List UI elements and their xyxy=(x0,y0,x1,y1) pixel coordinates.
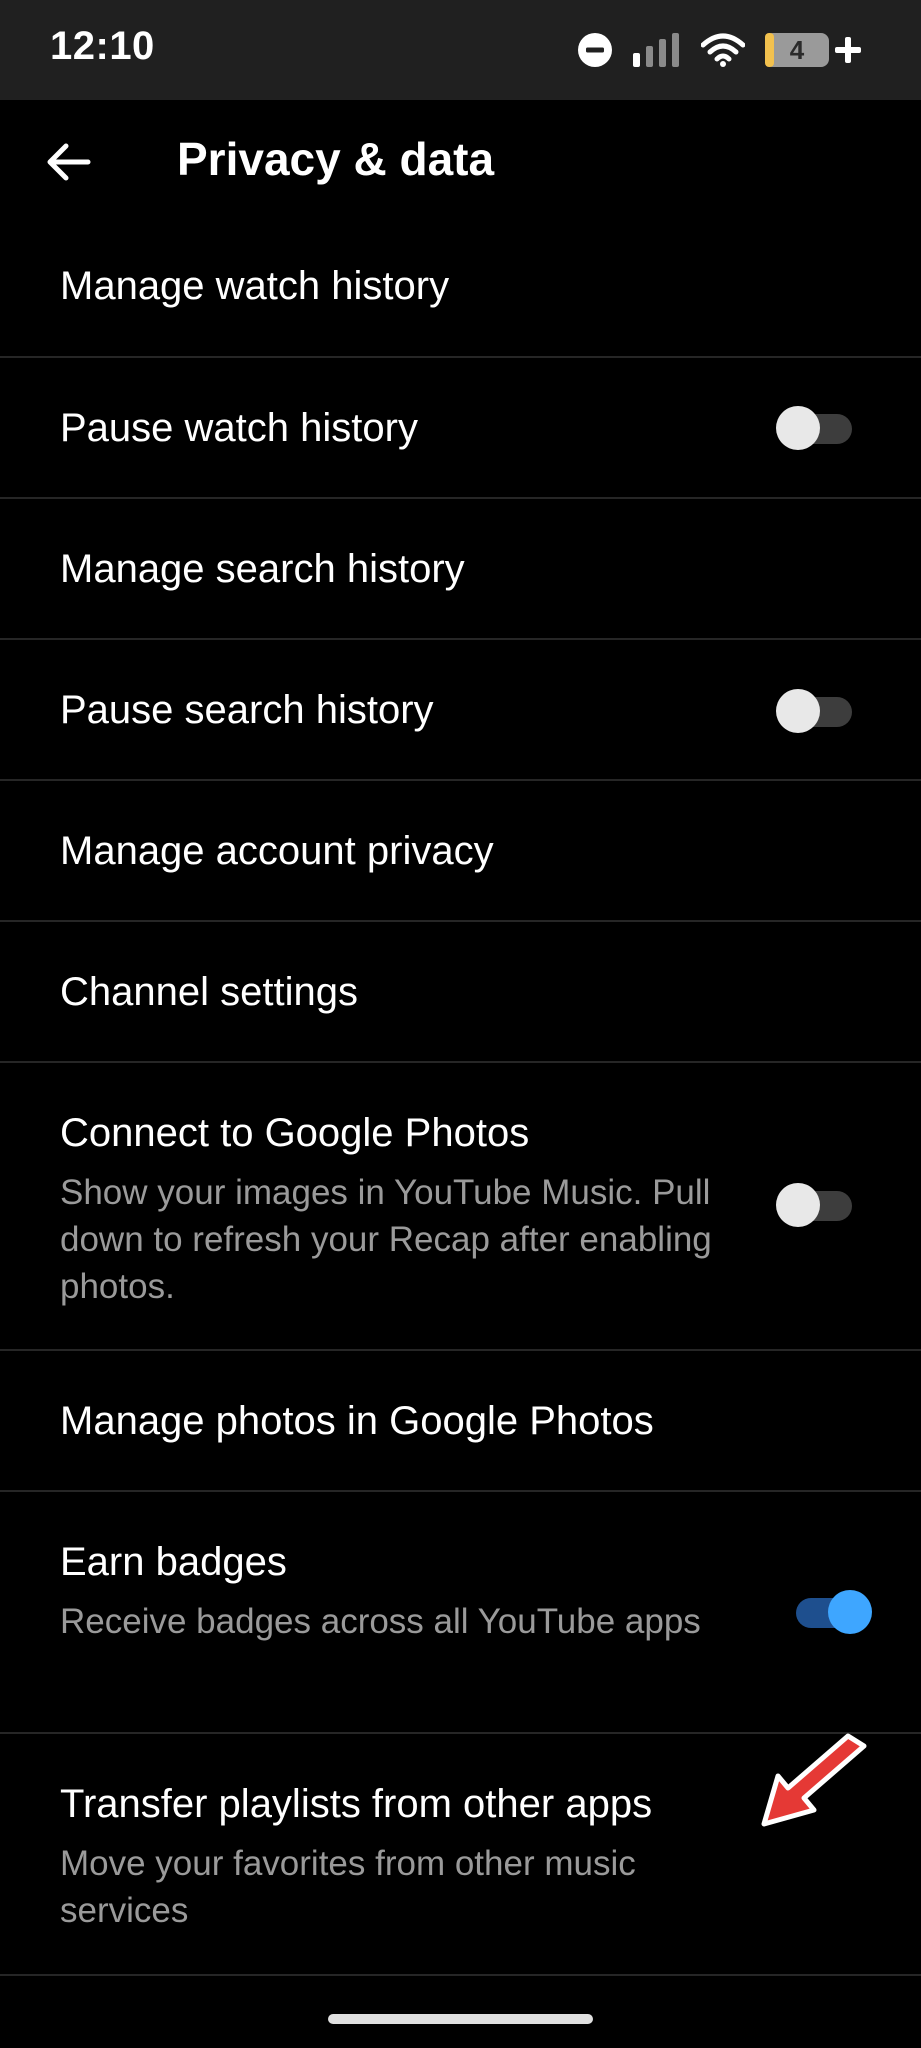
setting-title: Manage photos in Google Photos xyxy=(60,1399,654,1443)
app-bar: Privacy & data xyxy=(0,100,921,224)
toggle-knob xyxy=(828,1590,872,1634)
setting-title: Connect to Google Photos xyxy=(60,1111,530,1155)
home-indicator xyxy=(328,2014,593,2024)
back-button[interactable] xyxy=(30,130,106,194)
setting-title: Earn badges xyxy=(60,1540,287,1584)
toggle-knob xyxy=(776,689,820,733)
setting-manage-watch-history[interactable]: Manage watch history xyxy=(0,224,921,358)
arrow-left-icon xyxy=(47,143,91,181)
setting-subtitle: Receive badges across all YouTube apps xyxy=(60,1602,701,1641)
setting-title: Transfer playlists from other apps xyxy=(60,1782,653,1826)
setting-subtitle: Move your favorites from other music ser… xyxy=(60,1844,636,1930)
page-title: Privacy & data xyxy=(177,133,495,185)
setting-subtitle: Show your images in YouTube Music. Pull … xyxy=(60,1173,712,1306)
status-icons: 4 xyxy=(577,28,861,72)
do-not-disturb-icon xyxy=(577,32,613,68)
setting-connect-google-photos[interactable]: Connect to Google Photos Show your image… xyxy=(0,1063,921,1351)
setting-title: Manage watch history xyxy=(60,264,450,308)
wifi-icon xyxy=(701,33,745,67)
annotation-arrow-icon xyxy=(761,1733,867,1827)
setting-title: Manage search history xyxy=(60,547,465,591)
setting-earn-badges[interactable]: Earn badges Receive badges across all Yo… xyxy=(0,1492,921,1734)
toggle-knob xyxy=(776,1183,820,1227)
setting-pause-watch-history[interactable]: Pause watch history xyxy=(0,358,921,499)
setting-title: Pause watch history xyxy=(60,406,418,450)
battery-icon: 4 xyxy=(765,33,843,67)
setting-title: Channel settings xyxy=(60,970,358,1014)
setting-title: Pause search history xyxy=(60,688,434,732)
setting-manage-photos[interactable]: Manage photos in Google Photos xyxy=(0,1351,921,1492)
status-bar: 12:10 4 xyxy=(0,0,921,100)
cellular-signal-icon xyxy=(633,33,681,67)
setting-channel-settings[interactable]: Channel settings xyxy=(0,922,921,1063)
battery-level: 4 xyxy=(789,34,805,65)
pause-search-history-toggle[interactable] xyxy=(776,689,856,733)
earn-badges-toggle[interactable] xyxy=(792,1590,872,1634)
pause-watch-history-toggle[interactable] xyxy=(776,406,856,450)
status-time: 12:10 xyxy=(50,24,155,68)
setting-pause-search-history[interactable]: Pause search history xyxy=(0,640,921,781)
setting-manage-account-privacy[interactable]: Manage account privacy xyxy=(0,781,921,922)
connect-google-photos-toggle[interactable] xyxy=(776,1183,856,1227)
setting-title: Manage account privacy xyxy=(60,829,494,873)
toggle-knob xyxy=(776,406,820,450)
setting-manage-search-history[interactable]: Manage search history xyxy=(0,499,921,640)
